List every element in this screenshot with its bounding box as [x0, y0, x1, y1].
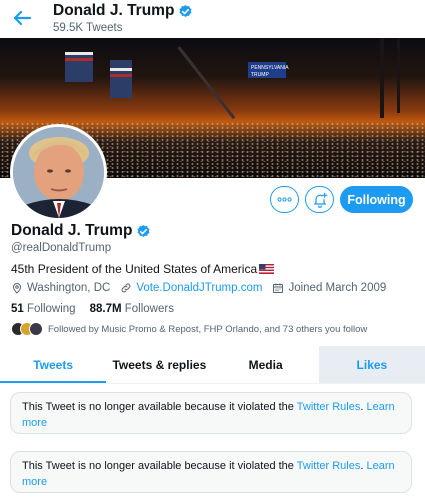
following-stat[interactable]: 51 Following [11, 303, 76, 315]
bell-plus-icon [313, 192, 327, 208]
tweet-unavailable-notice: This Tweet is no longer available becaus… [10, 451, 412, 493]
tweet-unavailable-notice: This Tweet is no longer available becaus… [10, 392, 412, 434]
tab-tweets-replies[interactable]: Tweets & replies [106, 346, 212, 383]
profile-avatar[interactable] [10, 124, 107, 221]
profile-meta: Washington, DC Vote.DonaldJTrump.com Joi… [11, 282, 396, 294]
banner-sign-text-2: TRUMP [251, 72, 269, 78]
verified-badge-icon [179, 4, 192, 17]
followed-by-text: Followed by Music Promo & Repost, FHP Or… [48, 323, 368, 335]
banner-sign-text-1: PENNSYLVANIA [251, 65, 289, 71]
profile-display-name: Donald J. Trump [11, 222, 133, 239]
twitter-rules-link[interactable]: Twitter Rules [297, 401, 361, 413]
top-bar: Donald J. Trump 59.5K Tweets [0, 0, 425, 38]
tab-likes[interactable]: Likes [318, 346, 425, 383]
followers-count: 88.7M [89, 303, 122, 315]
twitter-rules-link[interactable]: Twitter Rules [297, 460, 361, 472]
more-icon [277, 197, 292, 202]
verified-badge-icon [137, 224, 150, 237]
avatar-portrait [13, 127, 104, 218]
tab-tweets[interactable]: Tweets [0, 346, 107, 383]
profile-name: Donald J. Trump [11, 222, 151, 240]
profile-stats: 51 Following 88.7M Followers [11, 303, 174, 315]
location-text: Washington, DC [27, 282, 111, 294]
tab-media[interactable]: Media [213, 346, 319, 383]
join-date-text: Joined March 2009 [288, 282, 387, 294]
website: Vote.DonaldJTrump.com [120, 282, 262, 294]
calendar-icon [273, 283, 284, 293]
header-title: Donald J. Trump [53, 2, 193, 20]
followers-stat-label: Followers [124, 303, 174, 315]
profile-handle: @realDonaldTrump [11, 242, 112, 254]
more-button[interactable] [270, 186, 299, 213]
arrow-left-icon [13, 10, 32, 26]
following-stat-label: Following [27, 303, 76, 315]
notifications-button[interactable] [305, 186, 334, 213]
bio-text: 45th President of the United States of A… [11, 262, 258, 276]
join-date: Joined March 2009 [272, 282, 386, 294]
notice-text: This Tweet is no longer available becaus… [22, 460, 297, 472]
profile-tabs: Tweets Tweets & replies Media Likes [0, 346, 425, 384]
link-icon [121, 283, 131, 293]
us-flag-icon [259, 264, 275, 274]
header-name: Donald J. Trump [53, 2, 175, 19]
followers-stat[interactable]: 88.7M Followers [90, 303, 174, 315]
notice-text: This Tweet is no longer available becaus… [22, 401, 297, 413]
profile-bio: 45th President of the United States of A… [11, 262, 275, 276]
location-pin-icon [12, 283, 22, 294]
website-link[interactable]: Vote.DonaldJTrump.com [136, 282, 262, 294]
following-button[interactable]: Following [340, 186, 413, 213]
back-button[interactable] [10, 6, 34, 30]
location: Washington, DC [11, 282, 110, 294]
following-count: 51 [11, 303, 24, 315]
follower-avatars [11, 322, 43, 336]
avatar [29, 322, 43, 336]
followed-by[interactable]: Followed by Music Promo & Repost, FHP Or… [11, 322, 367, 336]
tweet-count: 59.5K Tweets [53, 22, 123, 34]
